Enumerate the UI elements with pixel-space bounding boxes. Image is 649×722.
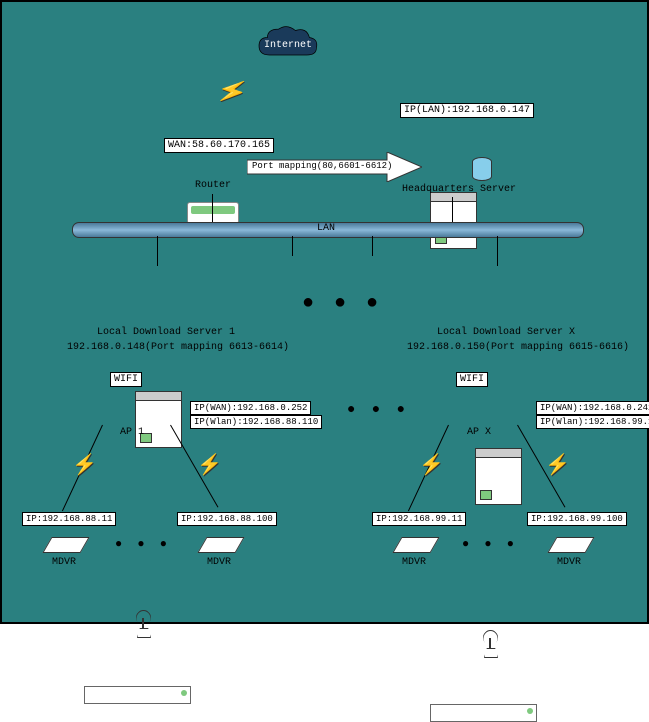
mdvr-label: MDVR	[207, 557, 231, 568]
mdvr-label: MDVR	[52, 557, 76, 568]
mdvr-icon	[547, 537, 594, 553]
ap-x-icon	[430, 704, 537, 722]
mdvr-ip-2: IP:192.168.88.100	[177, 512, 277, 526]
local-server-x-icon	[475, 448, 522, 505]
internet-cloud: Internet	[252, 22, 322, 67]
ap-x-label: AP X	[467, 427, 491, 438]
mdvr-label: MDVR	[402, 557, 426, 568]
router-icon	[187, 202, 239, 224]
local-server-1-label: Local Download Server 1	[97, 327, 235, 338]
ap-1-label: AP 1	[120, 427, 144, 438]
ellipsis-icon: ● ● ●	[462, 537, 518, 551]
ap-x-ip-wan: IP(WAN):192.168.0.242	[536, 401, 649, 415]
local-server-1-icon	[135, 391, 182, 448]
mdvr-ip-4: IP:192.168.99.100	[527, 512, 627, 526]
lightning-icon: ⚡	[213, 73, 251, 111]
lightning-icon: ⚡	[197, 452, 222, 478]
hq-ip-label: IP(LAN):192.168.0.147	[400, 103, 534, 118]
lan-label: LAN	[317, 223, 335, 234]
port-mapping-arrow: Port mapping(80,6601-6612)	[247, 152, 422, 182]
antenna-icon	[489, 638, 491, 658]
ellipsis-icon: ● ● ●	[302, 292, 382, 315]
lightning-icon: ⚡	[72, 452, 97, 478]
ap-1-ip-wan: IP(WAN):192.168.0.252	[190, 401, 311, 415]
ellipsis-icon: ● ● ●	[347, 402, 409, 418]
mdvr-label: MDVR	[557, 557, 581, 568]
wifi-label-2: WIFI	[456, 372, 488, 387]
ap-1-icon	[84, 686, 191, 704]
ellipsis-icon: ● ● ●	[115, 537, 171, 551]
mdvr-ip-3: IP:192.168.99.11	[372, 512, 466, 526]
database-icon	[472, 157, 492, 181]
mdvr-icon	[42, 537, 89, 553]
antenna-icon	[142, 618, 144, 638]
local-server-1-info: 192.168.0.148(Port mapping 6613-6614)	[67, 342, 289, 353]
ap-x-ip-wlan: IP(Wlan):192.168.99.110	[536, 415, 649, 429]
mdvr-icon	[392, 537, 439, 553]
lightning-icon: ⚡	[419, 452, 444, 478]
router-label: Router	[195, 180, 231, 191]
local-server-x-label: Local Download Server X	[437, 327, 575, 338]
lightning-icon: ⚡	[545, 452, 570, 478]
mdvr-ip-1: IP:192.168.88.11	[22, 512, 116, 526]
ap-1-ip-wlan: IP(Wlan):192.168.88.110	[190, 415, 322, 429]
router-wan-label: WAN:58.60.170.165	[164, 138, 274, 153]
local-server-x-info: 192.168.0.150(Port mapping 6615-6616)	[407, 342, 629, 353]
wifi-label-1: WIFI	[110, 372, 142, 387]
hq-server-label: Headquarters Server	[402, 184, 516, 195]
internet-label: Internet	[264, 40, 312, 51]
mdvr-icon	[197, 537, 244, 553]
hq-server-icon	[430, 192, 477, 249]
port-mapping-label: Port mapping(80,6601-6612)	[252, 161, 392, 171]
